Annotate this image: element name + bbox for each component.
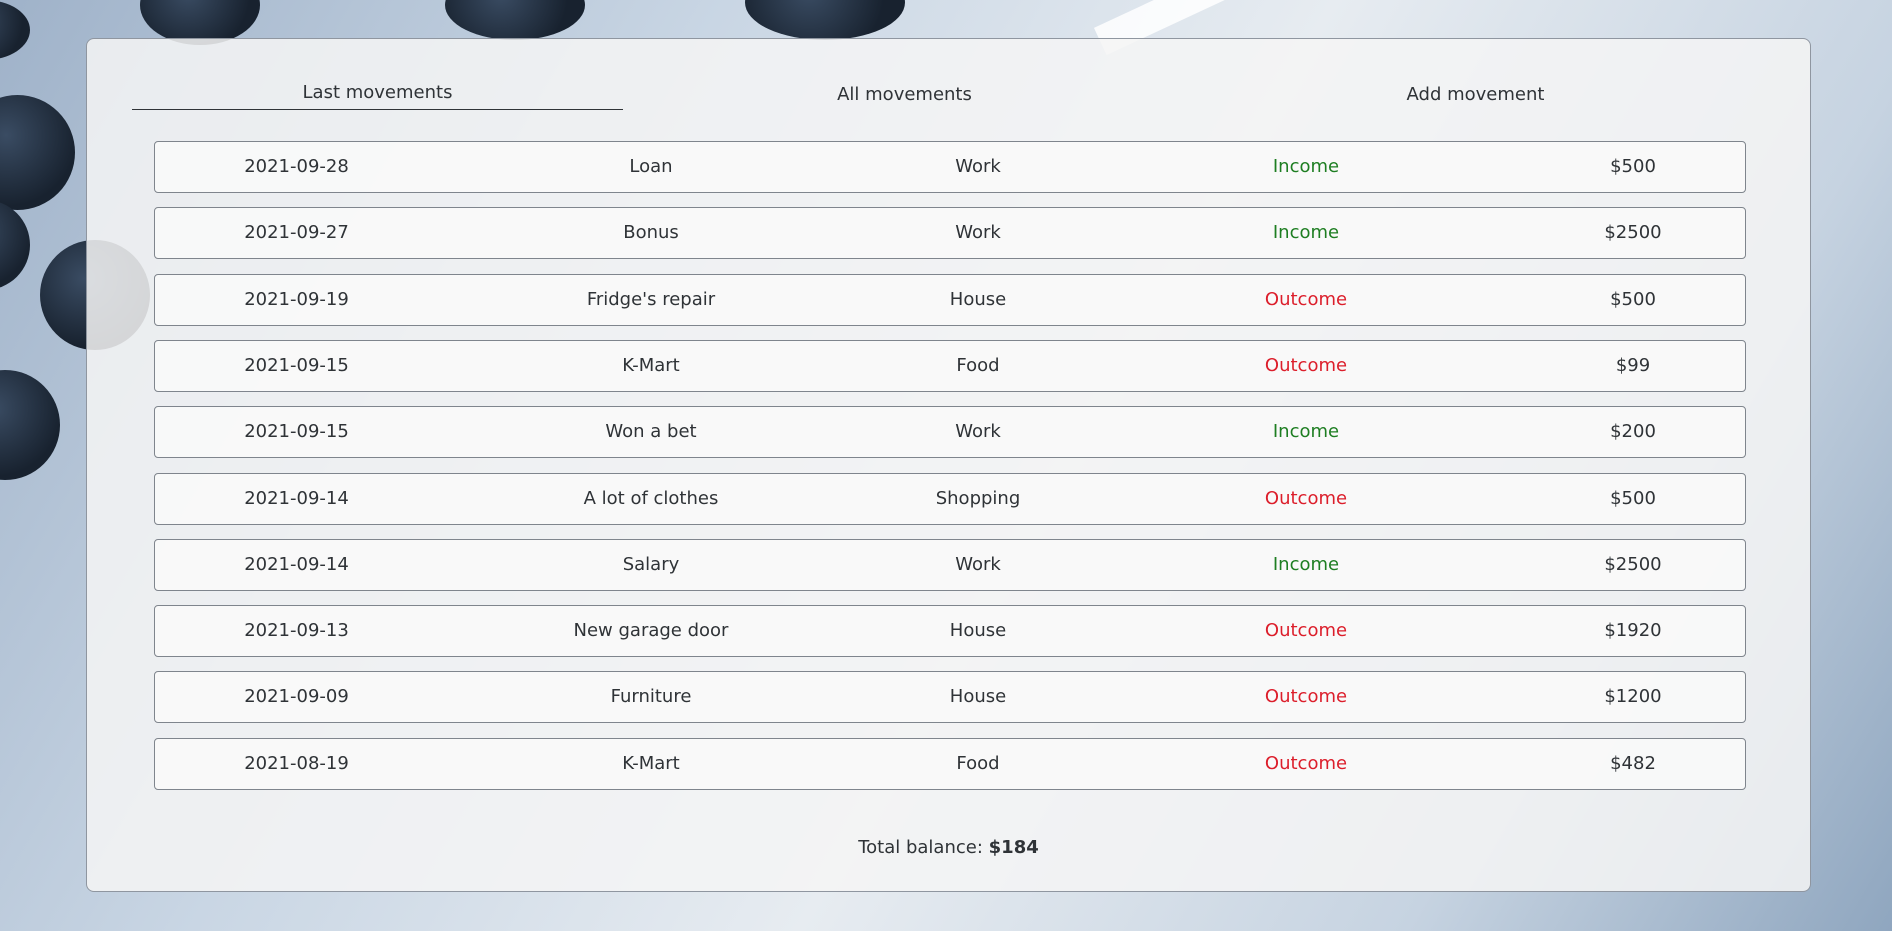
tab-all-movements[interactable]: All movements: [659, 81, 1150, 109]
movement-amount: $2500: [1604, 222, 1662, 244]
background-decoration: [445, 0, 585, 40]
movement-row[interactable]: 2021-09-15 Won a bet Work Income $200: [154, 406, 1746, 459]
movement-type: Income: [1272, 156, 1340, 177]
movement-date: 2021-08-19: [244, 752, 349, 774]
movement-description: New garage door: [573, 620, 729, 642]
movement-description: A lot of clothes: [583, 487, 719, 509]
movement-row[interactable]: 2021-09-15 K-Mart Food Outcome $99: [154, 339, 1746, 392]
movement-description: Salary: [622, 553, 680, 575]
movement-description: Fridge's repair: [586, 288, 716, 310]
movement-category: Shopping: [935, 487, 1021, 509]
movement-category: House: [949, 686, 1007, 708]
tab-last-movements[interactable]: Last movements: [132, 81, 623, 110]
movement-type: Outcome: [1264, 487, 1348, 509]
movements-panel: Last movements All movements Add movemen…: [86, 38, 1811, 892]
movement-type: Outcome: [1264, 288, 1348, 310]
total-balance: Total balance: $184: [87, 837, 1810, 858]
movement-description: Bonus: [623, 222, 679, 244]
movement-date: 2021-09-14: [244, 553, 349, 575]
total-balance-label: Total balance:: [858, 837, 983, 858]
movement-date: 2021-09-13: [244, 620, 349, 642]
movement-description: Loan: [629, 156, 673, 177]
movement-category: Work: [955, 156, 1001, 177]
movement-category: Work: [955, 222, 1001, 244]
movement-type: Outcome: [1264, 620, 1348, 642]
movement-category: Food: [956, 354, 1000, 376]
movement-row[interactable]: 2021-09-13 New garage door House Outcome $19…: [154, 605, 1746, 658]
movement-date: 2021-09-27: [244, 222, 349, 244]
movement-row[interactable]: 2021-09-14 Salary Work Income $2500: [154, 538, 1746, 591]
movement-description: Furniture: [610, 686, 692, 708]
movement-type: Outcome: [1264, 686, 1348, 708]
movement-amount: $500: [1610, 156, 1656, 177]
total-balance-value: $184: [988, 837, 1039, 858]
movement-date: 2021-09-28: [244, 156, 349, 177]
movement-type: Income: [1272, 553, 1340, 575]
movement-date: 2021-09-15: [244, 421, 349, 443]
movement-description: Won a bet: [605, 421, 697, 443]
movement-amount: $1920: [1604, 620, 1662, 642]
movement-category: House: [949, 620, 1007, 642]
background-decoration: [0, 370, 60, 480]
background-decoration: [745, 0, 905, 40]
movement-row[interactable]: 2021-09-19 Fridge's repair House Outcome $50…: [154, 273, 1746, 326]
movement-amount: $200: [1610, 421, 1656, 443]
movement-type: Outcome: [1264, 752, 1348, 774]
movement-category: House: [949, 288, 1007, 310]
background-decoration: [0, 95, 75, 210]
movement-date: 2021-09-15: [244, 354, 349, 376]
movement-row[interactable]: 2021-09-09 Furniture House Outcome $1200: [154, 671, 1746, 724]
background-decoration: [0, 0, 30, 60]
movement-amount: $482: [1610, 752, 1656, 774]
movement-description: K-Mart: [622, 752, 680, 774]
movement-type: Outcome: [1264, 354, 1348, 376]
movement-description: K-Mart: [622, 354, 680, 376]
movement-date: 2021-09-19: [244, 288, 349, 310]
movement-category: Work: [955, 553, 1001, 575]
movement-amount: $2500: [1604, 553, 1662, 575]
movement-amount: $500: [1610, 487, 1656, 509]
movement-category: Food: [956, 752, 1000, 774]
movement-type: Income: [1272, 421, 1340, 443]
movement-row[interactable]: 2021-09-14 A lot of clothes Shopping Outcom…: [154, 472, 1746, 525]
tab-add-movement[interactable]: Add movement: [1230, 81, 1721, 109]
movement-amount: $1200: [1604, 686, 1662, 708]
movement-type: Income: [1272, 222, 1340, 244]
movement-row[interactable]: 2021-09-28 Loan Work Income $500: [154, 141, 1746, 193]
background-decoration: [0, 200, 30, 290]
movement-date: 2021-09-09: [244, 686, 349, 708]
movement-amount: $99: [1615, 354, 1651, 376]
movement-category: Work: [955, 421, 1001, 443]
movement-row[interactable]: 2021-09-27 Bonus Work Income $2500: [154, 207, 1746, 260]
movement-date: 2021-09-14: [244, 487, 349, 509]
movement-row[interactable]: 2021-08-19 K-Mart Food Outcome $482: [154, 737, 1746, 790]
movement-amount: $500: [1610, 288, 1656, 310]
